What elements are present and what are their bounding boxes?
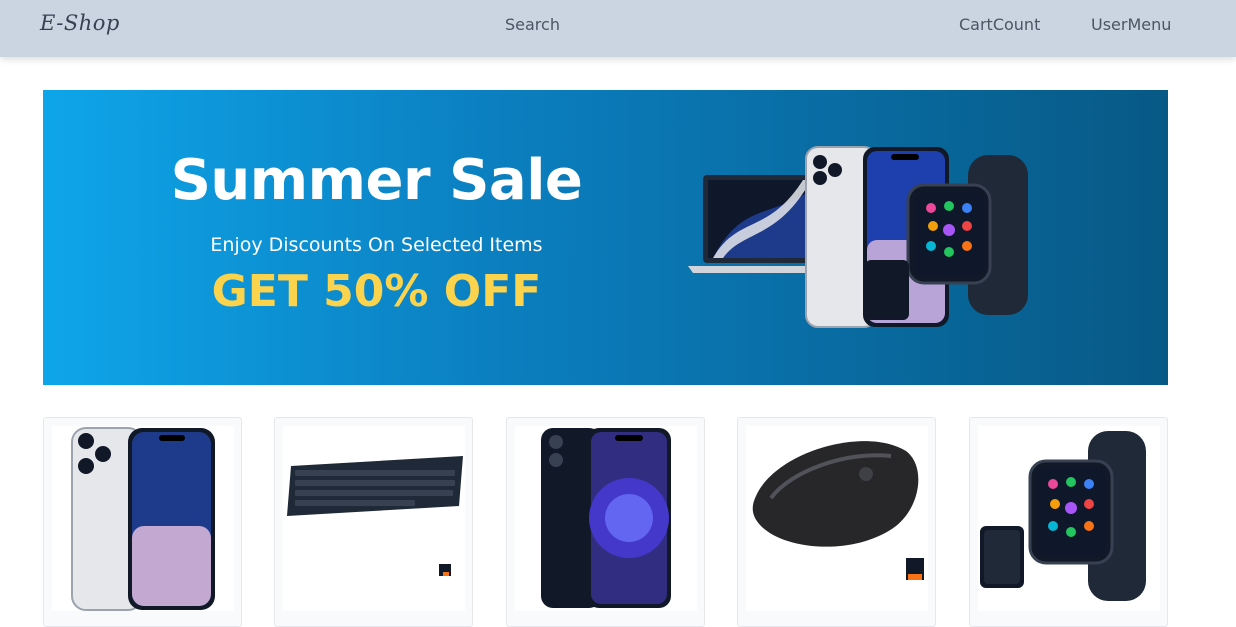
mouse-icon <box>746 426 928 611</box>
banner-offer: GET 50% OFF <box>211 266 542 317</box>
keyboard-icon <box>283 426 465 611</box>
search-link[interactable]: Search <box>505 15 560 34</box>
smartwatch-icon <box>978 426 1160 611</box>
navbar: E-Shop Search CartCount UserMenu <box>0 0 1236 57</box>
banner-devices-image <box>688 146 1028 328</box>
product-card-2[interactable] <box>274 417 473 627</box>
product-card-5[interactable] <box>969 417 1168 627</box>
product-card-1[interactable] <box>43 417 242 627</box>
smartphone-black-icon <box>515 426 697 611</box>
smartphone-white-icon <box>52 426 234 611</box>
user-menu-link[interactable]: UserMenu <box>1091 15 1171 34</box>
logo[interactable]: E-Shop <box>40 11 120 35</box>
banner-subtitle: Enjoy Discounts On Selected Items <box>210 234 543 256</box>
product-card-3[interactable] <box>506 417 705 627</box>
promo-banner[interactable]: Summer Sale Enjoy Discounts On Selected … <box>43 90 1168 385</box>
cart-count-link[interactable]: CartCount <box>959 15 1040 34</box>
product-card-4[interactable] <box>737 417 936 627</box>
banner-title: Summer Sale <box>170 148 583 213</box>
